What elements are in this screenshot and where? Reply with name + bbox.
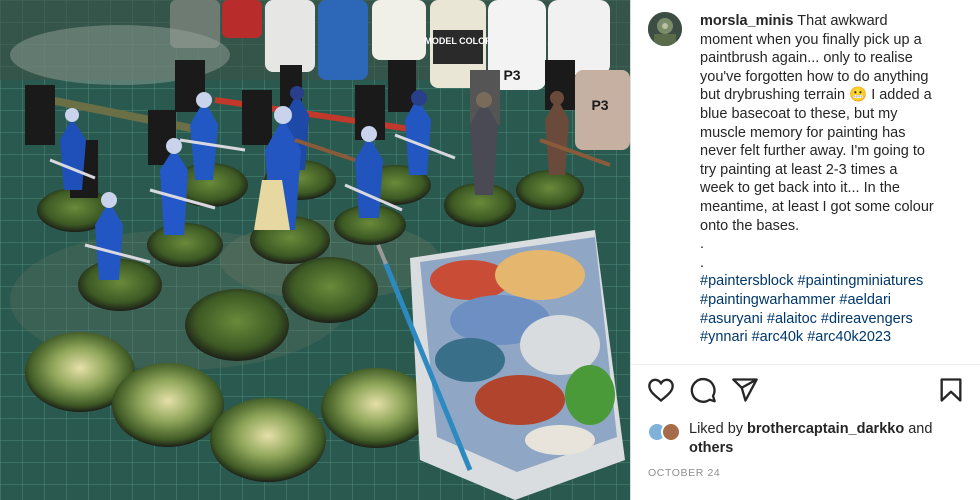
caption-line: That awkward [797, 13, 888, 29]
caption-line: week to get back into it... In the [700, 180, 900, 197]
paper-plane-icon[interactable] [731, 376, 759, 404]
caption-line: never felt further away. I'm going to [700, 143, 925, 160]
hashtag-line[interactable]: #paintersblock #paintingminiatures [700, 272, 962, 291]
caption-line: moment when you finally pick up a [700, 31, 922, 48]
hashtag-line[interactable]: #ynnari #arc40k #arc40k2023 [700, 328, 962, 347]
caption-line: try painting at least 2-3 times a [700, 161, 898, 178]
paint-label-p3-b: P3 [591, 97, 608, 113]
likes-prefix: Liked by [689, 421, 744, 437]
avatar-image [648, 12, 682, 46]
caption-line: but drybrushing terrain 😬 I added a [700, 87, 932, 104]
caption-username[interactable]: morsla_minis [700, 13, 794, 29]
heart-icon[interactable] [647, 376, 675, 404]
caption-line: . [700, 254, 705, 271]
post-details-panel: morsla_minis That awkward moment when yo… [630, 0, 980, 500]
divider [631, 364, 980, 365]
paint-label-p3-a: P3 [503, 67, 520, 83]
hashtag-line[interactable]: #asuryani #alaitoc #direavengers [700, 310, 962, 329]
likes-and: and [908, 421, 933, 437]
post-date[interactable]: OCTOBER 24 [648, 467, 720, 479]
caption-line: paintbrush again... only to realise [700, 50, 913, 67]
hashtags: #paintersblock #paintingminiatures #pain… [700, 272, 962, 346]
caption-line: . [700, 236, 705, 253]
caption-line: blue basecoat to these, but my [700, 105, 898, 122]
paint-label-model-color: MODEL COLOR [424, 36, 492, 46]
miniatures-photo: MODEL COLOR P3 P3 [0, 0, 630, 500]
liker-avatar[interactable] [661, 422, 681, 442]
likes-others-link[interactable]: others [689, 440, 733, 456]
likes-text: Liked by brothercaptain_darkko and other… [689, 420, 969, 458]
post-caption: morsla_minis That awkward moment when yo… [700, 12, 962, 347]
hashtag-line[interactable]: #paintingwarhammer #aeldari [700, 291, 962, 310]
caption-line: onto the bases. [700, 217, 800, 234]
action-bar [631, 376, 980, 406]
liker-username[interactable]: brothercaptain_darkko [747, 421, 904, 437]
paint-palette [410, 230, 625, 500]
caption-area[interactable]: morsla_minis That awkward moment when yo… [631, 0, 980, 364]
caption-line: meantime, at least I got some colour [700, 198, 934, 215]
caption-line: you've forgotten how to do anything [700, 68, 929, 85]
avatar[interactable] [648, 12, 682, 46]
post-photo[interactable]: MODEL COLOR P3 P3 [0, 0, 630, 500]
comment-bubble-icon[interactable] [689, 376, 717, 404]
caption-line: muscle memory for painting has [700, 124, 906, 141]
bookmark-icon[interactable] [937, 376, 965, 404]
